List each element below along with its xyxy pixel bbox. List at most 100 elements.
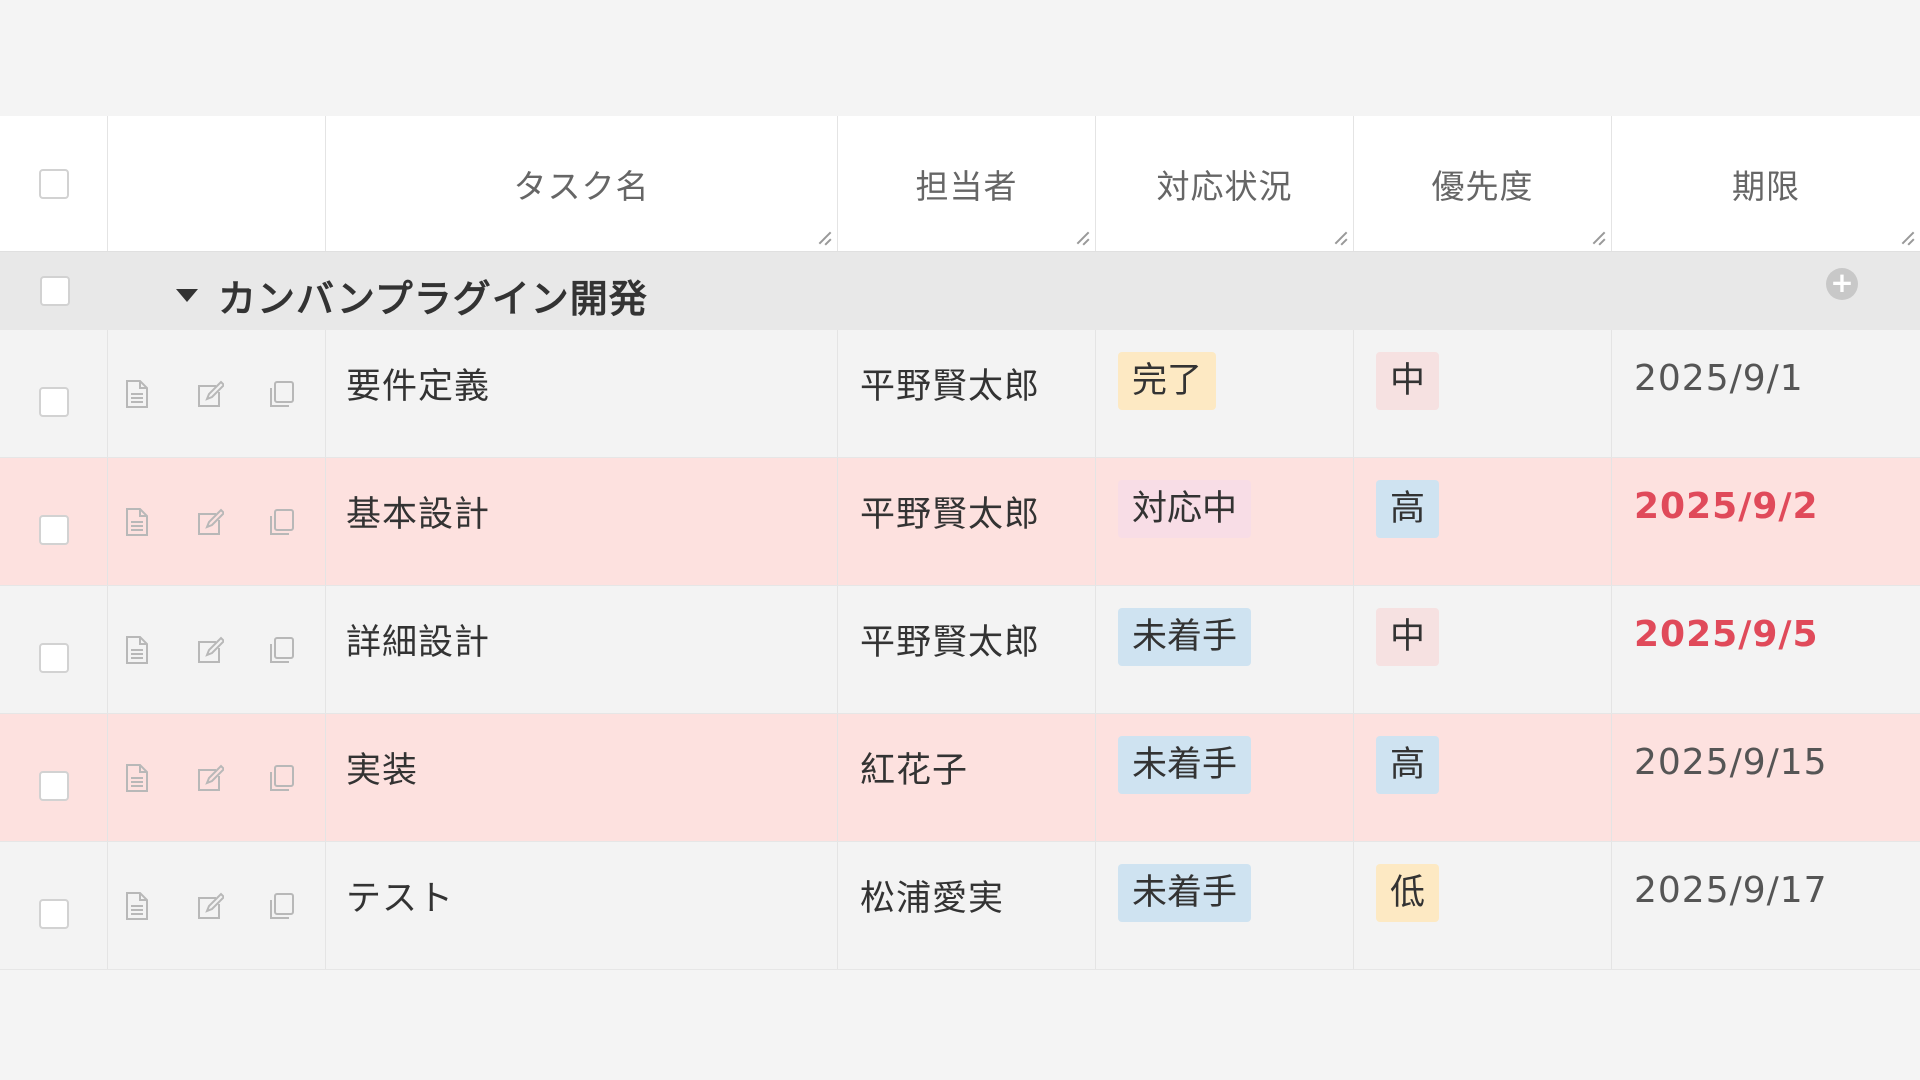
row-checkbox[interactable] [38, 898, 69, 929]
task-name: テスト [346, 879, 455, 919]
copy-icon[interactable] [266, 890, 296, 922]
row-checkbox[interactable] [38, 642, 69, 673]
task-name: 実装 [346, 751, 419, 791]
row-checkbox[interactable] [38, 514, 69, 545]
status-cell[interactable]: 対応中 [1096, 458, 1354, 585]
row-select-cell [0, 330, 108, 457]
assignee-cell[interactable]: 紅花子 [838, 714, 1096, 841]
document-icon[interactable] [122, 762, 152, 794]
row-checkbox[interactable] [38, 770, 69, 801]
row-actions-cell [108, 842, 326, 969]
column-header-label: タスク名 [513, 166, 650, 206]
assignee-cell[interactable]: 松浦愛実 [838, 842, 1096, 969]
document-icon[interactable] [122, 378, 152, 410]
column-header-assignee[interactable]: 担当者 [838, 116, 1096, 251]
status-cell[interactable]: 未着手 [1096, 714, 1354, 841]
priority-badge: 中 [1376, 608, 1440, 666]
priority-badge: 中 [1376, 352, 1440, 410]
status-badge: 未着手 [1118, 608, 1252, 666]
table-row[interactable]: 詳細設計 平野賢太郎 未着手 中 2025/9/5 [0, 586, 1920, 714]
row-actions-cell [108, 458, 326, 585]
column-header-task-name[interactable]: タスク名 [326, 116, 838, 251]
task-name-cell[interactable]: 詳細設計 [326, 586, 838, 713]
status-cell[interactable]: 未着手 [1096, 586, 1354, 713]
edit-icon[interactable] [194, 634, 226, 666]
table-row[interactable]: 実装 紅花子 未着手 高 2025/9/15 [0, 714, 1920, 842]
due-date: 2025/9/1 [1634, 358, 1804, 399]
priority-badge: 高 [1376, 480, 1440, 538]
priority-badge: 低 [1376, 864, 1440, 922]
table-header: タスク名 担当者 対応状況 優先度 期限 [0, 116, 1920, 252]
priority-cell[interactable]: 高 [1354, 714, 1612, 841]
assignee-cell[interactable]: 平野賢太郎 [838, 586, 1096, 713]
due-date: 2025/9/2 [1634, 486, 1819, 527]
group-checkbox[interactable] [40, 276, 70, 306]
due-date-cell[interactable]: 2025/9/15 [1612, 714, 1920, 841]
column-resize-handle[interactable] [1900, 231, 1914, 245]
priority-cell[interactable]: 中 [1354, 330, 1612, 457]
table-row[interactable]: 基本設計 平野賢太郎 対応中 高 2025/9/2 [0, 458, 1920, 586]
column-header-status[interactable]: 対応状況 [1096, 116, 1354, 251]
plus-circle-icon[interactable]: + [1826, 268, 1858, 300]
header-select-cell [0, 116, 108, 251]
assignee-cell[interactable]: 平野賢太郎 [838, 458, 1096, 585]
due-date-cell[interactable]: 2025/9/2 [1612, 458, 1920, 585]
group-title: カンバンプラグイン開発 [218, 277, 648, 321]
task-name: 詳細設計 [346, 623, 491, 663]
group-toggle[interactable]: カンバンプラグイン開発 [176, 268, 648, 323]
edit-icon[interactable] [194, 890, 226, 922]
priority-cell[interactable]: 低 [1354, 842, 1612, 969]
due-date-cell[interactable]: 2025/9/5 [1612, 586, 1920, 713]
column-header-priority[interactable]: 優先度 [1354, 116, 1612, 251]
document-icon[interactable] [122, 506, 152, 538]
edit-icon[interactable] [194, 378, 226, 410]
column-header-due-date[interactable]: 期限 [1612, 116, 1920, 251]
priority-cell[interactable]: 中 [1354, 586, 1612, 713]
table-row[interactable]: 要件定義 平野賢太郎 完了 中 2025/9/1 [0, 330, 1920, 458]
row-checkbox[interactable] [38, 386, 69, 417]
caret-down-icon[interactable] [176, 289, 198, 302]
task-table: タスク名 担当者 対応状況 優先度 期限 カンバンプラグイン開発 + 要件定義 … [0, 116, 1920, 970]
select-all-checkbox[interactable] [38, 168, 69, 199]
due-date: 2025/9/17 [1634, 870, 1828, 911]
copy-icon[interactable] [266, 634, 296, 666]
copy-icon[interactable] [266, 378, 296, 410]
assignee-name: 紅花子 [860, 751, 969, 791]
status-cell[interactable]: 完了 [1096, 330, 1354, 457]
row-select-cell [0, 714, 108, 841]
status-cell[interactable]: 未着手 [1096, 842, 1354, 969]
assignee-name: 平野賢太郎 [860, 495, 1041, 535]
due-date: 2025/9/15 [1634, 742, 1828, 783]
column-resize-handle[interactable] [1333, 231, 1347, 245]
edit-icon[interactable] [194, 762, 226, 794]
due-date-cell[interactable]: 2025/9/17 [1612, 842, 1920, 969]
assignee-name: 平野賢太郎 [860, 623, 1041, 663]
priority-cell[interactable]: 高 [1354, 458, 1612, 585]
due-date: 2025/9/5 [1634, 614, 1819, 655]
column-resize-handle[interactable] [1075, 231, 1089, 245]
document-icon[interactable] [122, 634, 152, 666]
document-icon[interactable] [122, 890, 152, 922]
task-name-cell[interactable]: 実装 [326, 714, 838, 841]
column-header-label: 担当者 [915, 166, 1018, 206]
header-actions-cell [108, 116, 326, 251]
row-select-cell [0, 458, 108, 585]
group-row[interactable]: カンバンプラグイン開発 + [0, 252, 1920, 330]
column-resize-handle[interactable] [1591, 231, 1605, 245]
task-name-cell[interactable]: テスト [326, 842, 838, 969]
task-name: 基本設計 [346, 495, 491, 535]
row-actions-cell [108, 586, 326, 713]
edit-icon[interactable] [194, 506, 226, 538]
task-name-cell[interactable]: 要件定義 [326, 330, 838, 457]
column-resize-handle[interactable] [817, 231, 831, 245]
assignee-name: 松浦愛実 [860, 879, 1005, 919]
copy-icon[interactable] [266, 762, 296, 794]
priority-badge: 高 [1376, 736, 1440, 794]
assignee-cell[interactable]: 平野賢太郎 [838, 330, 1096, 457]
copy-icon[interactable] [266, 506, 296, 538]
table-row[interactable]: テスト 松浦愛実 未着手 低 2025/9/17 [0, 842, 1920, 970]
column-header-label: 対応状況 [1156, 166, 1293, 206]
task-name: 要件定義 [346, 367, 491, 407]
task-name-cell[interactable]: 基本設計 [326, 458, 838, 585]
due-date-cell[interactable]: 2025/9/1 [1612, 330, 1920, 457]
